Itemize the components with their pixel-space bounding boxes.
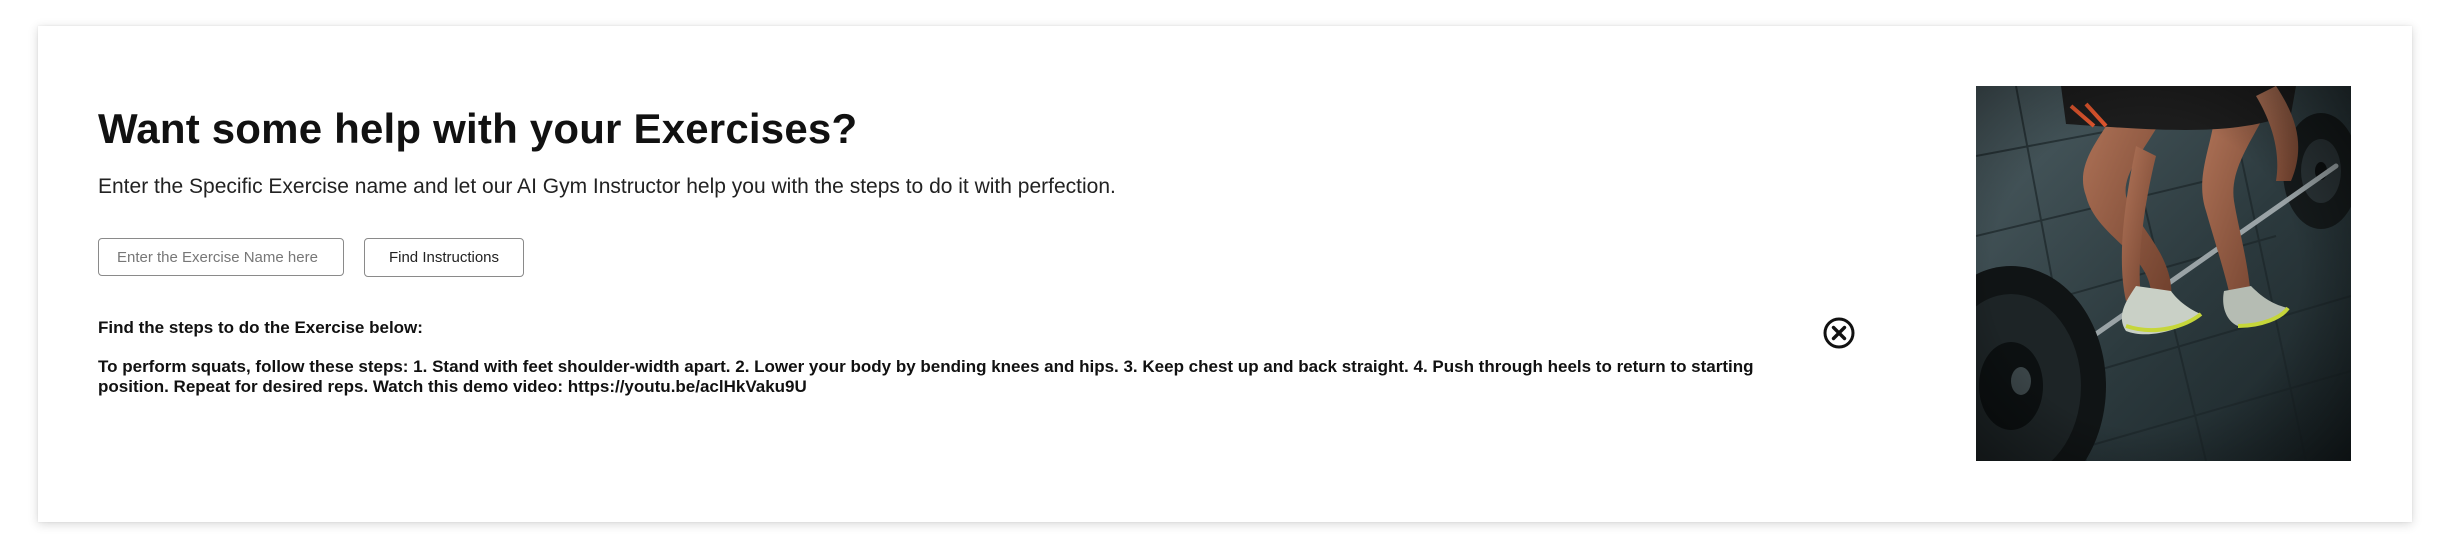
exercise-help-card: Want some help with your Exercises? Ente…	[38, 26, 2412, 522]
exercise-photo	[1976, 86, 2351, 461]
barbell-lifter-illustration	[1976, 86, 2351, 461]
page-title: Want some help with your Exercises?	[98, 105, 858, 152]
close-circle-icon	[1823, 317, 1855, 349]
find-instructions-button[interactable]: Find Instructions	[364, 238, 524, 277]
steps-heading: Find the steps to do the Exercise below:	[98, 318, 423, 337]
exercise-name-input[interactable]	[98, 238, 344, 276]
close-button[interactable]	[1822, 316, 1856, 350]
steps-text: To perform squats, follow these steps: 1…	[98, 357, 1754, 396]
page-subtitle: Enter the Specific Exercise name and let…	[98, 175, 1116, 198]
